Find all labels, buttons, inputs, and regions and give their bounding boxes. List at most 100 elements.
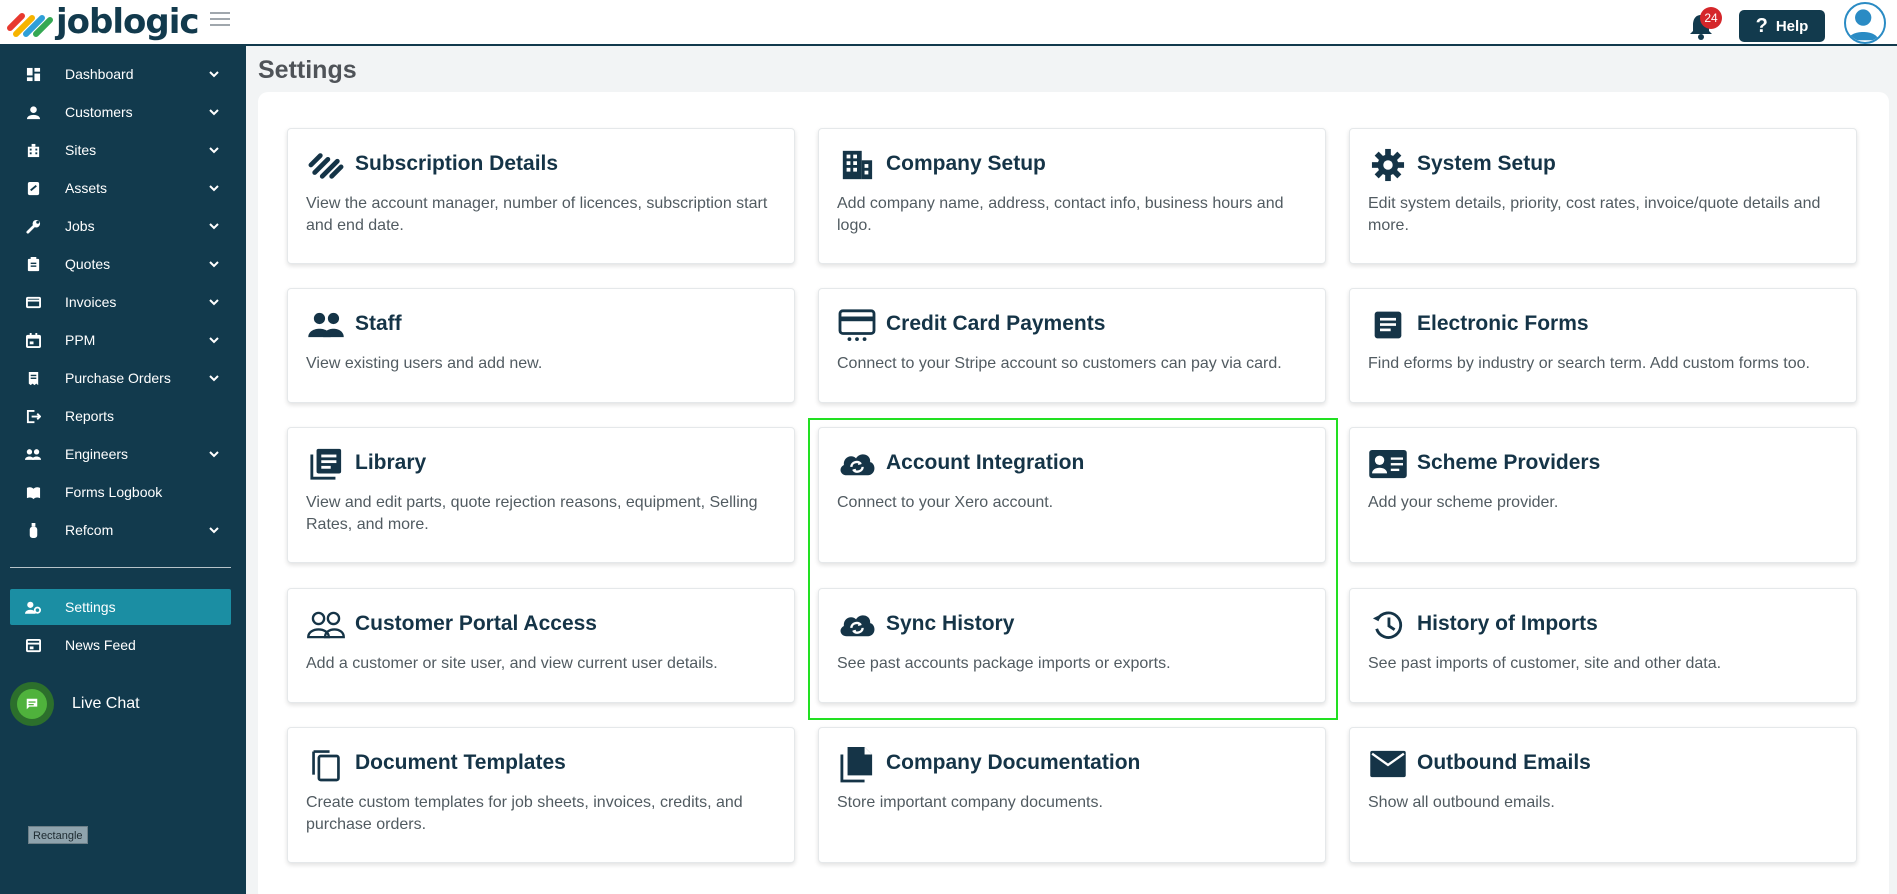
- card-scheme-providers[interactable]: Scheme Providers Add your scheme provide…: [1349, 427, 1857, 563]
- card-subscription-details[interactable]: Subscription Details View the account ma…: [287, 128, 795, 264]
- sidebar-item-ppm[interactable]: PPM: [10, 322, 231, 358]
- envelope-icon: [1368, 746, 1408, 782]
- top-header: joblogic 24 ? Help: [0, 0, 1897, 46]
- sidebar-item-label: Jobs: [65, 218, 95, 234]
- clipboard-icon: [23, 254, 43, 274]
- sidebar-item-jobs[interactable]: Jobs: [10, 208, 231, 244]
- card-icon: [23, 292, 43, 312]
- chevron-down-icon[interactable]: [207, 371, 221, 385]
- sidebar-item-purchase-orders[interactable]: Purchase Orders: [10, 360, 231, 396]
- id-card-icon: [1368, 446, 1408, 482]
- sidebar-item-forms-logbook[interactable]: Forms Logbook: [10, 474, 231, 510]
- people-icon: [306, 307, 346, 343]
- exit-icon: [23, 406, 43, 426]
- card-description: Create custom templates for job sheets, …: [306, 794, 743, 833]
- sidebar-item-invoices[interactable]: Invoices: [10, 284, 231, 320]
- sidebar-divider: [10, 567, 231, 568]
- chevron-down-icon[interactable]: [207, 257, 221, 271]
- user-avatar-icon: [1847, 9, 1879, 41]
- people-outline-icon: [306, 607, 346, 643]
- card-title: Staff: [355, 312, 402, 335]
- card-title: Electronic Forms: [1417, 312, 1589, 335]
- chevron-down-icon[interactable]: [207, 143, 221, 157]
- live-chat-button[interactable]: Live Chat: [10, 682, 231, 726]
- chevron-down-icon[interactable]: [207, 295, 221, 309]
- people-icon: [23, 444, 43, 464]
- cylinder-icon: [23, 520, 43, 540]
- card-title: Document Templates: [355, 751, 566, 774]
- document-icon: [837, 746, 877, 783]
- card-customer-portal-access[interactable]: Customer Portal Access Add a customer or…: [287, 588, 795, 703]
- card-description: Add company name, address, contact info,…: [837, 195, 1284, 234]
- sidebar: Dashboard Customers Sites Assets Jobs Qu…: [0, 46, 246, 894]
- credit-card-icon: [837, 307, 877, 343]
- card-title: Subscription Details: [355, 152, 559, 175]
- receipt-icon: [23, 368, 43, 388]
- highlight-rectangle: [808, 418, 1338, 720]
- card-description: View and edit parts, quote rejection rea…: [306, 494, 758, 533]
- sidebar-item-label: Quotes: [65, 256, 111, 272]
- card-title: History of Imports: [1417, 612, 1598, 635]
- chevron-down-icon[interactable]: [207, 333, 221, 347]
- logo[interactable]: joblogic: [6, 2, 200, 42]
- card-electronic-forms[interactable]: Electronic Forms Find eforms by industry…: [1349, 288, 1857, 403]
- calendar-icon: [23, 330, 43, 350]
- card-company-setup[interactable]: Company Setup Add company name, address,…: [818, 128, 1326, 264]
- asset-icon: [23, 178, 43, 198]
- copy-icon: [306, 746, 346, 782]
- chat-bubble-icon: [10, 682, 54, 726]
- card-history-of-imports[interactable]: History of Imports See past imports of c…: [1349, 588, 1857, 703]
- card-credit-card-payments[interactable]: Credit Card Payments Connect to your Str…: [818, 288, 1326, 403]
- chevron-down-icon[interactable]: [207, 447, 221, 461]
- card-description: Edit system details, priority, cost rate…: [1368, 195, 1821, 234]
- chevron-down-icon[interactable]: [207, 219, 221, 233]
- sidebar-item-sites[interactable]: Sites: [10, 132, 231, 168]
- avatar[interactable]: [1844, 2, 1886, 44]
- sidebar-item-label: Sites: [65, 142, 97, 158]
- history-icon: [1368, 607, 1408, 643]
- chevron-down-icon[interactable]: [207, 67, 221, 81]
- chevron-down-icon[interactable]: [207, 105, 221, 119]
- card-description: Add your scheme provider.: [1368, 494, 1559, 511]
- card-description: See past imports of customer, site and o…: [1368, 655, 1722, 672]
- joblogic-stripes-icon: [306, 147, 346, 183]
- wrench-icon: [23, 216, 43, 236]
- book-icon: [23, 482, 43, 502]
- sidebar-item-label: Refcom: [65, 522, 114, 538]
- card-document-templates[interactable]: Document Templates Create custom templat…: [287, 727, 795, 863]
- sidebar-item-settings[interactable]: Settings: [10, 589, 231, 625]
- sidebar-item-refcom[interactable]: Refcom: [10, 512, 231, 548]
- sidebar-item-customers[interactable]: Customers: [10, 94, 231, 130]
- chevron-down-icon[interactable]: [207, 523, 221, 537]
- dashboard-icon: [23, 64, 43, 84]
- chevron-down-icon[interactable]: [207, 181, 221, 195]
- sidebar-item-reports[interactable]: Reports: [10, 398, 231, 434]
- logo-text: joblogic: [56, 2, 200, 42]
- sidebar-item-assets[interactable]: Assets: [10, 170, 231, 206]
- sidebar-item-label: Customers: [65, 104, 133, 120]
- card-system-setup[interactable]: System Setup Edit system details, priori…: [1349, 128, 1857, 264]
- sidebar-item-news-feed[interactable]: News Feed: [10, 627, 231, 663]
- question-icon: ?: [1755, 14, 1768, 37]
- card-library[interactable]: Library View and edit parts, quote rejec…: [287, 427, 795, 563]
- card-outbound-emails[interactable]: Outbound Emails Show all outbound emails…: [1349, 727, 1857, 863]
- help-button[interactable]: ? Help: [1739, 10, 1825, 42]
- building-icon: [837, 147, 877, 183]
- gear-icon: [1368, 147, 1408, 183]
- sidebar-item-engineers[interactable]: Engineers: [10, 436, 231, 472]
- notification-badge[interactable]: 24: [1700, 7, 1722, 29]
- sidebar-item-label: Settings: [65, 599, 116, 615]
- card-title: Customer Portal Access: [355, 612, 597, 635]
- sidebar-item-dashboard[interactable]: Dashboard: [10, 56, 231, 92]
- library-icon: [306, 446, 346, 482]
- sidebar-item-quotes[interactable]: Quotes: [10, 246, 231, 282]
- user-settings-icon: [23, 597, 43, 617]
- card-title: Company Documentation: [886, 751, 1141, 774]
- person-icon: [23, 102, 43, 122]
- card-company-documentation[interactable]: Company Documentation Store important co…: [818, 727, 1326, 863]
- card-description: View existing users and add new.: [306, 355, 543, 372]
- card-title: Library: [355, 451, 427, 474]
- menu-toggle-icon[interactable]: [210, 12, 230, 28]
- card-staff[interactable]: Staff View existing users and add new.: [287, 288, 795, 403]
- sidebar-item-label: Engineers: [65, 446, 129, 462]
